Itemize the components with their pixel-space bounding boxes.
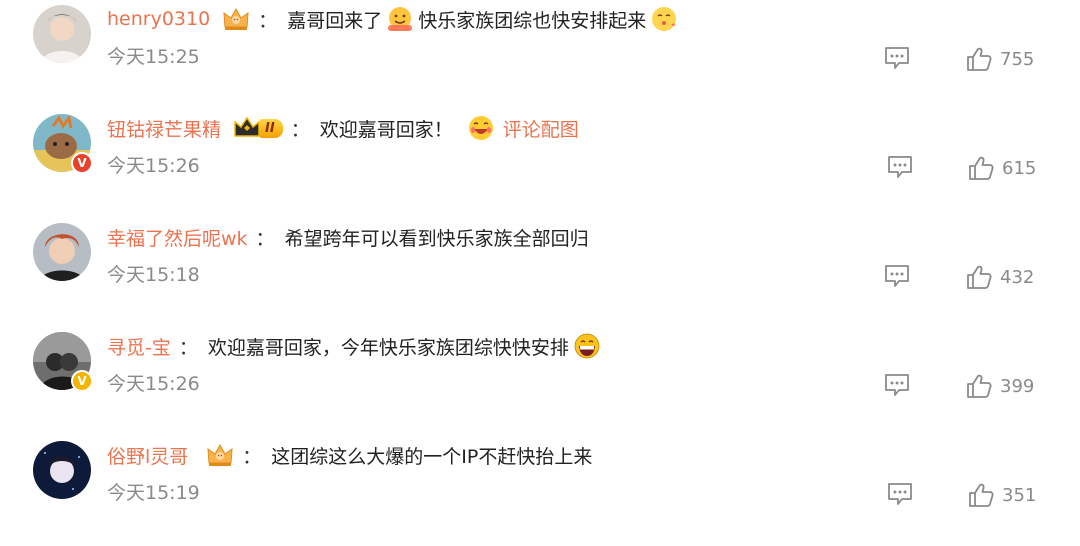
vip-level-badge: II <box>233 116 283 140</box>
comment-item: V 钮钴禄芒果精 II ： 欢迎嘉哥回家！ 评论配图 今天15:26 615 <box>0 109 1080 219</box>
like-button[interactable]: 351 <box>968 480 1036 510</box>
comment-icon[interactable] <box>887 155 913 179</box>
comment-item: 幸福了然后呢wk ： 希望跨年可以看到快乐家族全部回归 今天15:18 432 <box>0 218 1080 328</box>
comment-text: 嘉哥回来了 <box>287 9 383 32</box>
like-count: 351 <box>1002 484 1037 506</box>
colon: ： <box>255 227 275 250</box>
verified-badge-icon: V <box>71 370 93 392</box>
like-count: 432 <box>1000 266 1035 288</box>
username[interactable]: 钮钴禄芒果精 <box>107 115 221 142</box>
comment-item: V 寻觅-宝 ： 欢迎嘉哥回家，今年快乐家族团综快快安排 今天15:26 399 <box>0 327 1080 437</box>
comment-icon[interactable] <box>887 482 913 506</box>
crown-icon <box>234 116 260 137</box>
timestamp: 今天15:26 <box>107 155 200 177</box>
comment-text: 快乐家族团综也快安排起来 <box>418 9 647 32</box>
like-button[interactable]: 399 <box>966 371 1034 401</box>
thumbs-up-icon <box>966 46 992 72</box>
hug-emoji-icon <box>388 7 413 31</box>
comment-text: 这团综这么大爆的一个IP不赶快抬上来 <box>271 445 593 468</box>
vip-level-text: II <box>259 118 283 138</box>
comment-icon[interactable] <box>884 373 910 397</box>
timestamp: 今天15:18 <box>107 264 200 286</box>
comment-text: 欢迎嘉哥回家，今年快乐家族团综快快安排 <box>207 336 569 359</box>
laughing-emoji-icon <box>468 116 493 140</box>
avatar[interactable]: V <box>33 332 93 392</box>
avatar[interactable] <box>33 5 91 63</box>
timestamp: 今天15:19 <box>107 482 200 504</box>
username[interactable]: henry0310 <box>107 8 210 30</box>
avatar[interactable] <box>33 223 91 281</box>
comment-item: 俗野l灵哥 ： 这团综这么大爆的一个IP不赶快抬上来 今天15:19 351 <box>0 436 1080 546</box>
thumbs-up-icon <box>968 155 994 181</box>
colon: ： <box>242 445 262 468</box>
kiss-emoji-icon <box>652 7 677 31</box>
comment-line: 俗野l灵哥 ： 这团综这么大爆的一个IP不赶快抬上来 <box>107 438 592 472</box>
like-count: 615 <box>1002 157 1037 179</box>
timestamp: 今天15:26 <box>107 373 200 395</box>
comment-icon[interactable] <box>884 46 910 70</box>
grinning-emoji-icon <box>574 333 600 359</box>
comment-image-link[interactable]: 评论配图 <box>503 115 579 142</box>
like-count: 399 <box>1000 375 1035 397</box>
like-button[interactable]: 755 <box>966 44 1034 74</box>
like-button[interactable]: 615 <box>968 153 1036 183</box>
avatar[interactable]: V <box>33 114 93 174</box>
crown-icon <box>222 5 250 33</box>
colon: ： <box>178 336 198 359</box>
comment-icon[interactable] <box>884 264 910 288</box>
crown-icon <box>206 441 234 469</box>
comment-line: 幸福了然后呢wk ： 希望跨年可以看到快乐家族全部回归 <box>107 220 589 254</box>
username[interactable]: 俗野l灵哥 <box>107 442 188 469</box>
comment-line: 寻觅-宝 ： 欢迎嘉哥回家，今年快乐家族团综快快安排 <box>107 329 605 363</box>
colon: ： <box>290 118 310 141</box>
thumbs-up-icon <box>966 373 992 399</box>
comment-line: 钮钴禄芒果精 II ： 欢迎嘉哥回家！ 评论配图 <box>107 111 579 145</box>
comment-line: henry0310 ： 嘉哥回来了 快乐家族团综也快安排起来 <box>107 2 682 36</box>
like-button[interactable]: 432 <box>966 262 1034 292</box>
username[interactable]: 幸福了然后呢wk <box>107 224 248 251</box>
comment-text: 希望跨年可以看到快乐家族全部回归 <box>284 227 589 250</box>
comment-text: 欢迎嘉哥回家！ <box>319 118 453 141</box>
thumbs-up-icon <box>968 482 994 508</box>
username[interactable]: 寻觅-宝 <box>107 333 171 360</box>
comment-item: henry0310 ： 嘉哥回来了 快乐家族团综也快安排起来 今天15:25 7… <box>0 0 1080 110</box>
avatar[interactable] <box>33 441 91 499</box>
like-count: 755 <box>1000 48 1035 70</box>
timestamp: 今天15:25 <box>107 46 200 68</box>
thumbs-up-icon <box>966 264 992 290</box>
colon: ： <box>258 9 278 32</box>
verified-badge-icon: V <box>71 152 93 174</box>
